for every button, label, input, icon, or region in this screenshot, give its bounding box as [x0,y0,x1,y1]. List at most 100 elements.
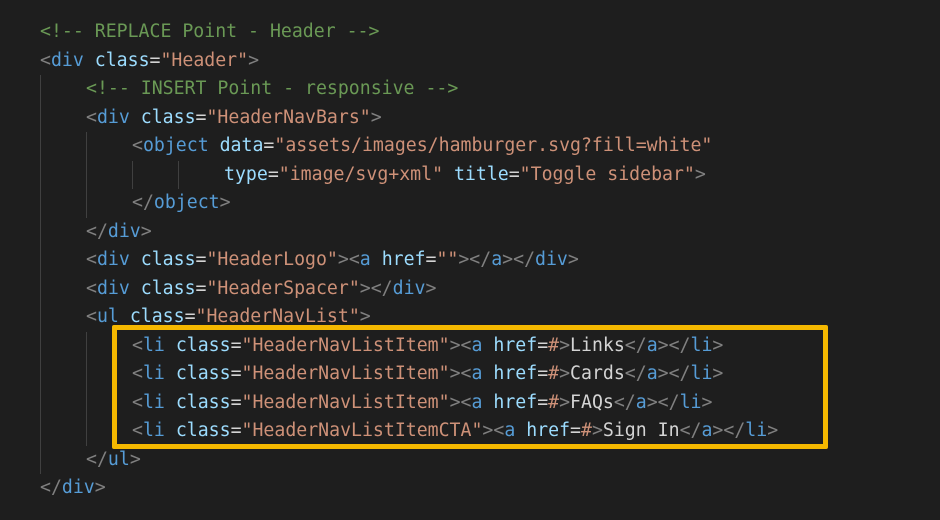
code-token-eq: = [508,163,520,185]
code-token-tag: div [50,49,84,71]
code-token-tag: a [471,334,483,356]
code-token-attr: href [493,363,538,384]
code-token-str: "HeaderNavListItem" [241,334,450,356]
code-token-str: "HeaderNavListItem" [241,363,450,384]
code-token-attr: data [219,135,264,156]
code-token-punct: > [140,220,152,242]
code-token-punct: ></ [646,391,680,413]
code-line[interactable]: <ul class="HeaderNavList"> [86,303,371,332]
code-token-tag: li [690,363,713,384]
code-token-tag: li [142,363,165,384]
code-line[interactable]: <div class="Header"> [40,47,259,76]
code-token-punct: > [567,249,579,270]
code-token-eq: = [195,249,207,270]
code-token-punct: ></ [657,334,691,356]
code-line[interactable]: </object> [132,189,231,218]
code-token-eq: = [537,334,549,356]
code-token-punct: ></ [712,420,746,441]
code-token-eq: = [263,135,275,156]
code-token-attr: href [381,249,426,270]
code-token-attr: class [140,277,196,299]
code-token-punct: ></ [359,277,393,299]
code-line[interactable]: <!-- INSERT Point - responsive --> [86,75,458,104]
code-token-punct: > [694,163,706,185]
code-line[interactable]: <div class="HeaderNavBars"> [86,104,382,133]
code-token-punct: < [132,420,143,441]
code-token-str: "" [436,249,459,270]
code-line[interactable]: </ul> [86,446,141,475]
code-token-tag: a [491,249,503,270]
code-token-eq: = [184,306,196,327]
code-line[interactable]: <li class="HeaderNavListItem"><a href=#>… [132,389,712,418]
code-token-punct: </ [624,363,647,384]
code-token-attr: type [224,163,268,185]
code-token-punct: < [86,249,97,270]
code-token-eq: = [195,277,207,299]
code-token-punct: ></ [458,249,492,270]
code-token-punct: < [86,306,97,327]
code-token-attr: class [129,306,185,327]
code-token-punct: > [94,477,106,498]
code-token-punct: > [359,306,371,327]
code-token-attr: class [175,363,231,384]
code-token-tag: a [646,363,658,384]
code-token-tag: li [142,334,165,356]
code-token-str: "image/svg+xml" [278,163,444,185]
code-line[interactable]: </div> [86,218,152,247]
code-line[interactable]: <!-- REPLACE Point - Header --> [40,18,379,47]
code-line[interactable]: <li class="HeaderNavListItem"><a href=#>… [132,332,723,361]
code-token-tag: div [107,220,141,242]
code-token-str: # [581,420,592,441]
code-token-tag: div [96,106,130,128]
code-token-text: FAQs [570,391,614,413]
code-token-punct: > [712,363,724,384]
code-line[interactable]: <li class="HeaderNavListItem"><a href=#>… [132,360,723,389]
code-token-tag: div [535,249,568,270]
code-token-eq: = [537,391,549,413]
code-token-punct: ></ [657,363,691,384]
code-token-str: "HeaderNavList" [195,306,360,327]
code-token-tag: div [392,277,426,299]
code-line[interactable]: </div> [40,474,106,503]
code-token-tag: a [646,334,658,356]
code-token-punct: >< [337,249,360,270]
code-line[interactable]: type="image/svg+xml" title="Toggle sideb… [224,161,706,190]
code-token-tag: div [96,277,130,299]
code-token-punct: </ [624,334,647,356]
code-token-tag: a [635,391,647,413]
code-token-str: "assets/images/hamburger.svg?fill=white" [274,135,713,156]
code-token-attr: href [493,334,538,356]
indent-guide [86,132,87,218]
code-token-eq: = [537,363,549,384]
code-token-punct: > [248,49,260,71]
code-token-attr: class [94,49,150,71]
code-token-punct: > [425,277,437,299]
code-token-str: "HeaderNavListItemCTA" [241,420,483,441]
code-line[interactable]: <object data="assets/images/hamburger.sv… [132,132,712,161]
code-line[interactable]: <div class="HeaderSpacer"></div> [86,275,436,304]
code-token-eq: = [230,334,242,356]
code-editor[interactable]: <!-- REPLACE Point - Header --> <div clas… [0,0,940,520]
code-token-punct: > [767,420,779,441]
code-token-str: # [548,391,560,413]
code-token-tag: li [142,391,165,413]
code-line[interactable]: <div class="HeaderLogo"><a href=""></a><… [86,246,579,275]
code-token-str: "HeaderSpacer" [206,277,360,299]
code-token-attr: title [453,163,509,185]
code-token-eq: = [267,163,279,185]
code-token-punct: > [129,448,141,470]
code-token-eq: = [195,106,207,128]
code-token-punct: < [40,49,51,71]
code-line[interactable]: <li class="HeaderNavListItemCTA"><a href… [132,417,778,446]
code-token-punct: >< [449,363,472,384]
code-token-attr: class [175,420,231,441]
code-token-tag: li [679,391,702,413]
code-token-str: "Header" [160,49,249,71]
code-token-punct: > [559,363,571,384]
code-token-text: Cards [570,363,625,384]
